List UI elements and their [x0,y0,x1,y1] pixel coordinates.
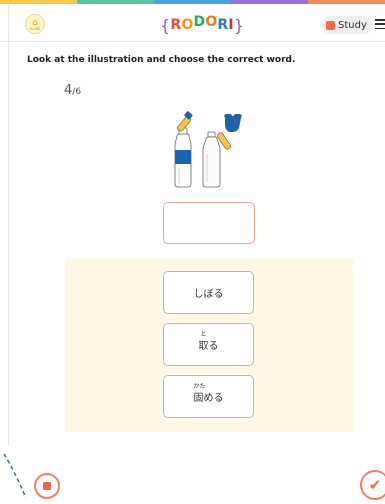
menu-icon[interactable] [375,19,385,29]
check-icon: ✔ [368,475,382,494]
app-logo: { R O D O R I } [160,14,245,35]
stop-button[interactable] [34,473,60,499]
choice-label: 取る [198,341,219,352]
logo-letter: R [170,17,182,33]
bottle-cap-illustration [174,111,242,188]
book-icon [326,20,335,30]
bottle-left [174,127,192,188]
choice-button[interactable]: しぼる [163,271,254,314]
check-answer-button[interactable]: ✔ [360,470,385,500]
choice-button[interactable]: と取る [163,323,254,366]
answer-box[interactable] [163,202,255,244]
dashed-guide-line [3,453,27,499]
study-button[interactable]: Study [322,16,373,34]
header-bar: ⌂ HOME { R O D O R I } Study [0,6,385,42]
bottle-right [202,131,221,188]
home-button[interactable]: ⌂ HOME [25,14,45,34]
study-label: Study [338,19,367,31]
choice-label: しぼる [193,289,224,300]
total-questions: /6 [72,87,82,97]
top-color-stripe [0,0,385,4]
choice-button[interactable]: かた 固める [163,375,254,418]
choice-ruby: と [200,331,207,338]
frame-divider [8,6,9,446]
choice-ruby: かた [193,383,206,390]
logo-letter: R [217,17,229,33]
logo-letter: O [181,17,194,33]
choice-label: 固める [193,393,224,404]
logo-letter: D [193,14,206,30]
question-counter: 4/6 [64,83,81,98]
home-label: HOME [29,27,41,31]
instruction-text: Look at the illustration and choose the … [27,55,296,65]
stop-icon [43,482,51,490]
right-arm [216,114,242,150]
choices-panel: しぼる と取る かた固める [65,259,354,432]
logo-letter: O [205,14,218,30]
